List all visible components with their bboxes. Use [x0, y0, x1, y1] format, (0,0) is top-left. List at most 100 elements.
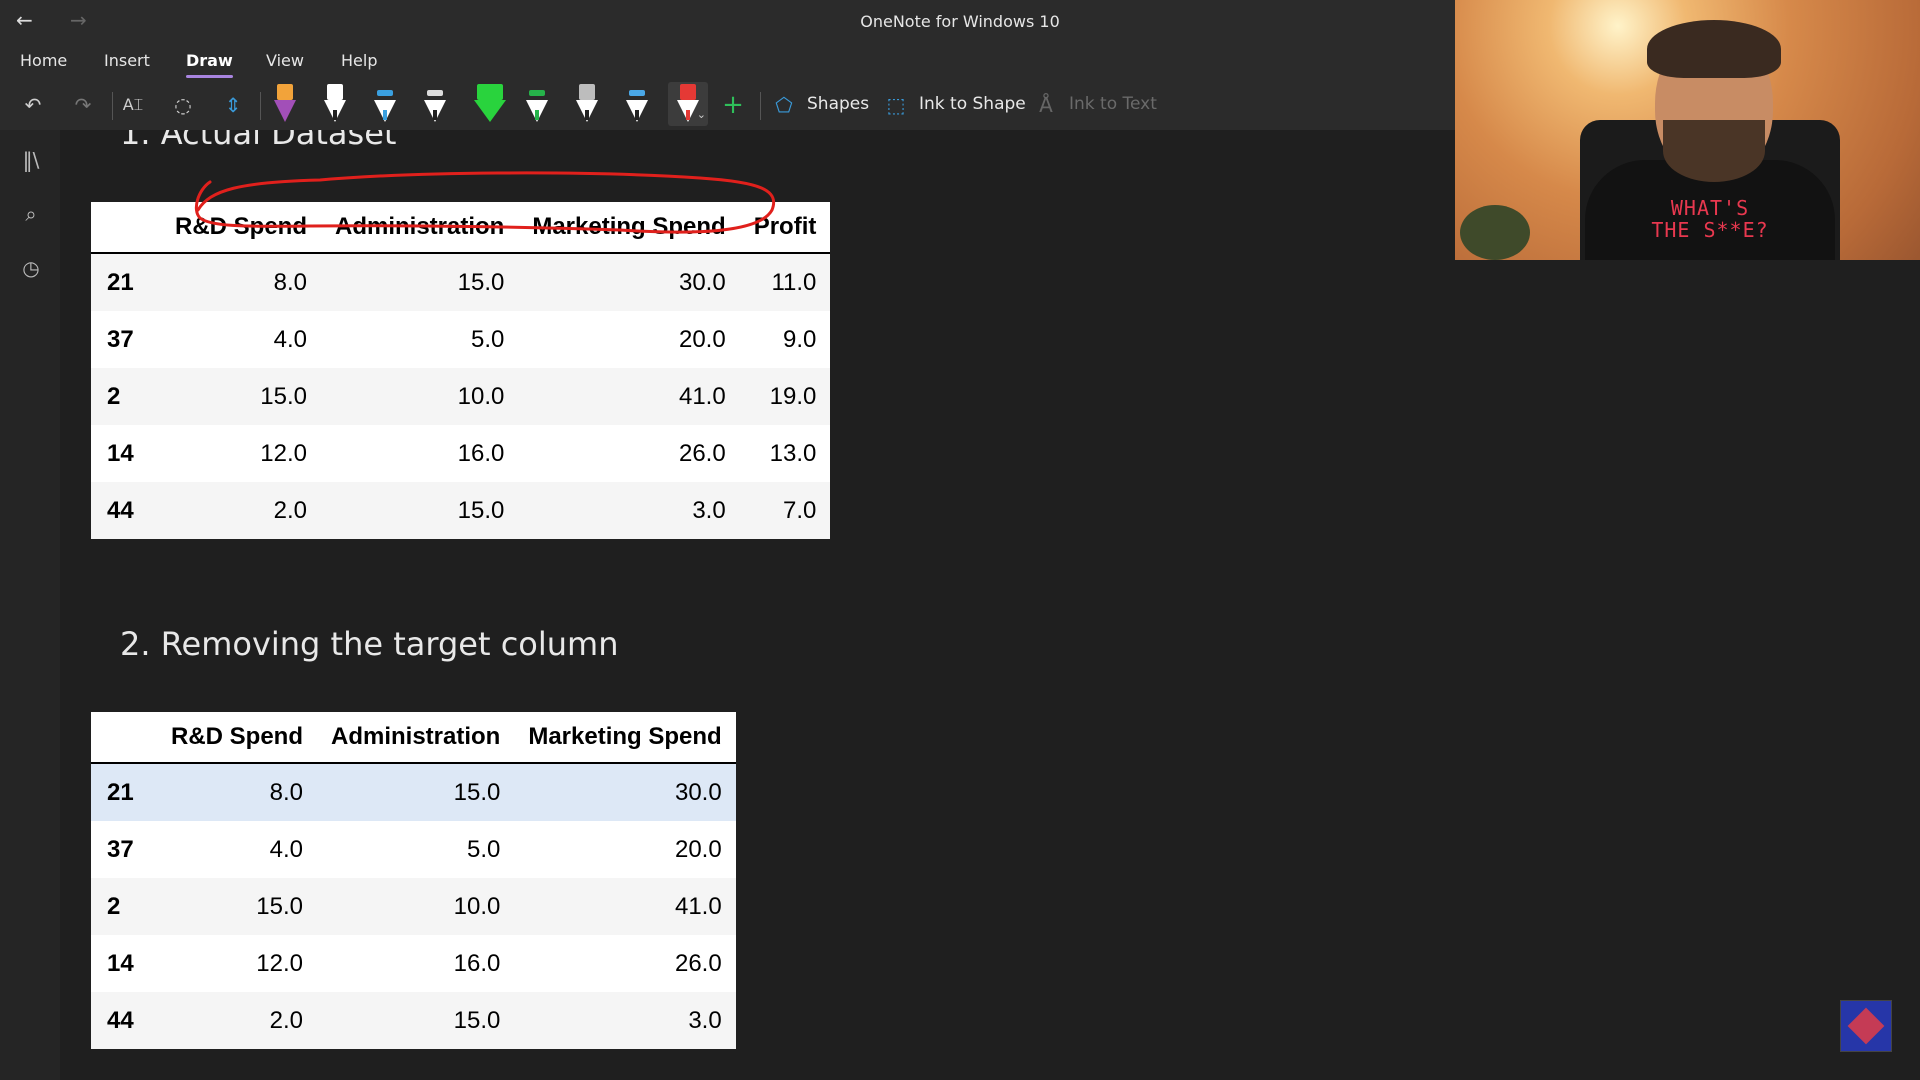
- tab-help[interactable]: Help: [341, 51, 377, 70]
- table-cell: 19.0: [739, 368, 831, 425]
- table-cell: 2.0: [161, 482, 321, 539]
- pen-tip: [383, 110, 387, 120]
- type-select-icon[interactable]: A⌶: [118, 88, 148, 122]
- table-cell: 8.0: [157, 763, 317, 821]
- pen-blue-icon[interactable]: [370, 82, 400, 126]
- webcam-overlay: WHAT'S THE S**E?: [1455, 0, 1920, 260]
- table-cell: 26.0: [678, 439, 726, 467]
- add-pen-icon[interactable]: +: [718, 88, 748, 122]
- highlighter-green-icon[interactable]: [470, 82, 510, 126]
- redo-icon[interactable]: ↷: [68, 88, 98, 122]
- ribbon-tabs: Home Insert Draw View Help: [0, 42, 1455, 80]
- table-row: 14 12.0 16.0 26.0: [91, 935, 736, 992]
- table-cell: 15.0: [317, 992, 515, 1049]
- row-index: 44: [91, 992, 157, 1049]
- column-header-index: [91, 712, 157, 763]
- red-ink-annotation[interactable]: [60, 130, 960, 290]
- title-bar: ← → OneNote for Windows 10: [0, 0, 1455, 42]
- table-cell: 20.0: [674, 835, 722, 863]
- channel-logo-icon: [1840, 1000, 1892, 1052]
- pen-cap: [629, 90, 645, 96]
- lasso-select-icon[interactable]: ◌: [168, 88, 198, 122]
- ink-to-shape-button[interactable]: Ink to Shape: [919, 94, 1026, 114]
- tab-home[interactable]: Home: [20, 51, 67, 70]
- shirt-print: WHAT'S THE S**E?: [1645, 197, 1775, 241]
- row-index: 14: [107, 439, 134, 467]
- pen-white-2-icon[interactable]: [420, 82, 450, 126]
- row-index: 21: [91, 763, 157, 821]
- chevron-down-icon[interactable]: ⌄: [697, 108, 706, 121]
- pen-white-icon[interactable]: [320, 82, 350, 126]
- table-cell: 16.0: [457, 439, 505, 467]
- table-row: 44 2.0 15.0 3.0: [91, 992, 736, 1049]
- page-canvas[interactable]: 1. Actual Dataset R&D Spend Administrati…: [60, 130, 1455, 1080]
- ink-stroke: [194, 171, 776, 234]
- table-cell: 3.0: [514, 992, 736, 1049]
- table-cell: 20.0: [678, 325, 726, 353]
- pen-tip: [433, 110, 437, 120]
- table-cell: 13.0: [769, 439, 817, 467]
- table-cell: 4.0: [269, 835, 303, 863]
- pen-tip: [333, 110, 337, 120]
- pen-tip: [535, 110, 539, 120]
- row-index: 37: [107, 835, 134, 863]
- pen-tip: [635, 110, 639, 120]
- table-cell: 15.0: [321, 482, 519, 539]
- shapes-button[interactable]: Shapes: [807, 94, 869, 114]
- highlighter-orange-icon[interactable]: [270, 82, 300, 126]
- table-cell: 15.0: [161, 368, 321, 425]
- table-cell: 7.0: [739, 482, 831, 539]
- shapes-icon[interactable]: ⬠: [770, 88, 798, 122]
- ink-to-text-button[interactable]: Ink to Text: [1069, 94, 1157, 114]
- ink-to-text-icon[interactable]: Å: [1032, 88, 1060, 122]
- recent-icon[interactable]: ◷: [18, 256, 44, 282]
- column-header-administration: Administration: [331, 723, 501, 750]
- table-cell: 5.0: [466, 835, 501, 863]
- table-cell: 2.0: [157, 992, 317, 1049]
- nav-sidebar: ‖\ ⌕ ◷: [0, 130, 60, 1080]
- presenter-hair: [1647, 20, 1781, 78]
- table-cell: 9.0: [783, 325, 817, 353]
- undo-icon[interactable]: ↶: [18, 88, 48, 122]
- table-row: 2 15.0 10.0 41.0: [91, 878, 736, 935]
- add-space-icon[interactable]: ⇕: [218, 88, 248, 122]
- tab-insert[interactable]: Insert: [104, 51, 150, 70]
- pen-tip: [585, 110, 589, 120]
- table-row: 2 15.0 10.0 41.0 19.0: [91, 368, 831, 425]
- pen-red-selected-icon[interactable]: ⌄: [668, 82, 708, 126]
- row-index: 44: [91, 482, 161, 539]
- table-cell: 41.0: [514, 878, 736, 935]
- search-icon[interactable]: ⌕: [18, 202, 44, 228]
- table-cell: 26.0: [674, 949, 722, 977]
- table-cell: 15.0: [157, 878, 317, 935]
- plant: [1460, 205, 1530, 260]
- pen-body: [474, 100, 506, 122]
- table-cell: 12.0: [256, 949, 303, 977]
- table-cell: 10.0: [317, 878, 515, 935]
- tab-draw[interactable]: Draw: [186, 51, 233, 78]
- table-cell: 12.0: [260, 439, 307, 467]
- pen-cap: [377, 90, 393, 96]
- pen-green-icon[interactable]: [522, 82, 552, 126]
- tab-view[interactable]: View: [266, 51, 304, 70]
- ink-to-shape-icon[interactable]: ⬚: [882, 88, 910, 122]
- table-row: 14 12.0 16.0 26.0 13.0: [91, 425, 830, 482]
- table-row: 44 2.0 15.0 3.0 7.0: [91, 482, 831, 539]
- logo-mark: [1847, 1007, 1885, 1045]
- pen-cap: [277, 84, 293, 100]
- table-cell: 30.0: [514, 763, 736, 821]
- pen-gray-icon[interactable]: [572, 82, 602, 126]
- pen-cap: [579, 84, 595, 100]
- toolbar-divider: [112, 92, 113, 120]
- table-row: 37 4.0 5.0 20.0 9.0: [91, 311, 830, 368]
- table-row: 37 4.0 5.0 20.0: [91, 821, 736, 878]
- row-index: 2: [91, 368, 161, 425]
- table-cell: 41.0: [518, 368, 740, 425]
- pen-cap: [427, 90, 443, 96]
- section2-heading: 2. Removing the target column: [120, 625, 619, 663]
- column-header-rd-spend: R&D Spend: [171, 723, 303, 750]
- pen-cap: [327, 84, 343, 100]
- notebooks-icon[interactable]: ‖\: [18, 148, 44, 174]
- table-cell: 3.0: [518, 482, 740, 539]
- pen-lightblue-icon[interactable]: [622, 82, 652, 126]
